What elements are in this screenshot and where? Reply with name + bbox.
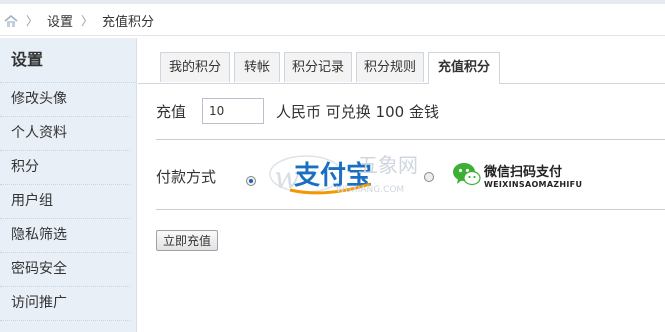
- tab-credit-rules[interactable]: 积分规则: [356, 52, 424, 82]
- home-icon[interactable]: [4, 14, 18, 28]
- recharge-submit-button[interactable]: 立即充值: [156, 230, 219, 251]
- payment-row: 付款方式 w 支付宝 五象网 WUXIANG.COM 微信扫码支付 WEIXIN…: [156, 150, 665, 204]
- wechat-pay-subtitle: WEIXINSAOMAZHIFU: [484, 180, 583, 189]
- sidebar-item-promotion[interactable]: 访问推广: [0, 287, 130, 321]
- tab-transfer[interactable]: 转帐: [234, 52, 280, 82]
- sidebar-item-password[interactable]: 密码安全: [0, 253, 130, 287]
- breadcrumb-recharge[interactable]: 充值积分: [102, 11, 154, 30]
- wechat-pay-logo[interactable]: 微信扫码支付 WEIXINSAOMAZHIFU: [452, 158, 610, 196]
- alipay-logo[interactable]: w 支付宝 五象网 WUXIANG.COM: [266, 150, 446, 204]
- alipay-radio[interactable]: [246, 176, 256, 186]
- payment-label: 付款方式: [156, 168, 217, 186]
- tab-credit-log[interactable]: 积分记录: [284, 52, 352, 82]
- chevron-right-icon: 〉: [81, 14, 94, 28]
- breadcrumb-settings[interactable]: 设置: [47, 11, 73, 30]
- wechat-pay-title: 微信扫码支付: [484, 165, 563, 180]
- sidebar-title: 设置: [0, 38, 136, 83]
- sidebar-item-privacy[interactable]: 隐私筛选: [0, 219, 130, 253]
- exchange-text: 人民币 可兑换 100 金钱: [276, 102, 439, 121]
- sidebar-item-avatar[interactable]: 修改头像: [0, 83, 130, 117]
- chevron-right-icon: 〉: [26, 14, 39, 28]
- tab-bar: 我的积分 转帐 积分记录 积分规则 充值积分: [138, 52, 665, 84]
- divider: [156, 209, 665, 210]
- tab-my-credits[interactable]: 我的积分: [160, 52, 230, 82]
- wechat-radio[interactable]: [424, 172, 434, 182]
- watermark-domain: WUXIANG.COM: [336, 185, 404, 195]
- sidebar-item-credits[interactable]: 积分: [0, 151, 130, 185]
- recharge-row: 充值 人民币 可兑换 100 金钱: [156, 96, 439, 126]
- wechat-icon: [453, 163, 481, 186]
- recharge-label: 充值: [156, 102, 187, 121]
- tab-recharge-credits[interactable]: 充值积分: [428, 52, 500, 84]
- top-strip: [0, 0, 665, 4]
- sidebar: 设置 修改头像 个人资料 积分 用户组 隐私筛选 密码安全 访问推广: [0, 38, 137, 332]
- divider: [156, 139, 665, 140]
- main-content: 我的积分 转帐 积分记录 积分规则 充值积分 充值 人民币 可兑换 100 金钱…: [138, 38, 665, 332]
- watermark-text: 五象网: [358, 153, 418, 177]
- amount-input[interactable]: [202, 98, 265, 124]
- sidebar-item-usergroup[interactable]: 用户组: [0, 185, 130, 219]
- breadcrumb: 〉 设置 〉 充值积分: [0, 6, 665, 36]
- sidebar-item-profile[interactable]: 个人资料: [0, 117, 130, 151]
